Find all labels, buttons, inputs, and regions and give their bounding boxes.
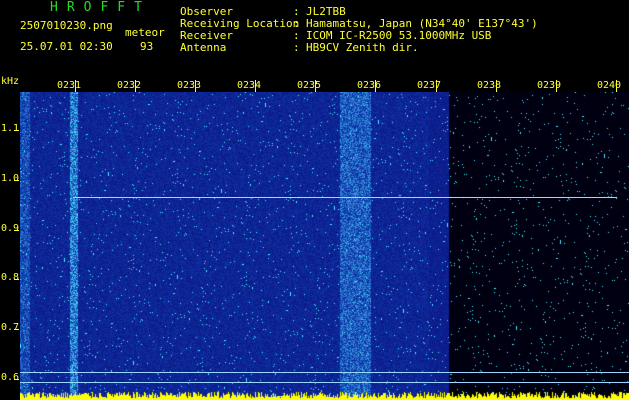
y-axis-unit: kHz bbox=[1, 76, 20, 87]
y-tick bbox=[14, 130, 19, 131]
x-tick-label: 0238 bbox=[477, 80, 502, 91]
y-tick-label: 0.6 bbox=[1, 372, 20, 383]
reference-line bbox=[20, 372, 629, 373]
x-tick-label: 0240 bbox=[597, 80, 622, 91]
y-tick-label: 0.8 bbox=[1, 272, 20, 283]
reference-line bbox=[20, 382, 629, 383]
filename-label: 2507010230.png bbox=[20, 19, 113, 32]
x-tick-label: 0234 bbox=[237, 80, 262, 91]
y-tick-label: 0.9 bbox=[1, 223, 20, 234]
y-tick-label: 1.1 bbox=[1, 123, 20, 134]
y-tick bbox=[14, 329, 19, 330]
y-tick bbox=[14, 230, 19, 231]
y-tick bbox=[14, 279, 19, 280]
x-tick-label: 0231 bbox=[57, 80, 82, 91]
x-tick-label: 0233 bbox=[177, 80, 202, 91]
count-label: 93 bbox=[140, 40, 154, 53]
x-tick-label: 0232 bbox=[117, 80, 142, 91]
x-tick-label: 0235 bbox=[297, 80, 322, 91]
app-logo: HROFFT bbox=[50, 0, 151, 15]
y-tick-label: 0.7 bbox=[1, 322, 20, 333]
y-tick-label: 1.0 bbox=[1, 173, 20, 184]
spectrogram-canvas bbox=[20, 92, 629, 400]
x-tick-label: 0239 bbox=[537, 80, 562, 91]
mode-label: meteor bbox=[125, 26, 165, 39]
carrier-line bbox=[73, 197, 617, 198]
header-panel: HROFFT 2507010230.png meteor 25.07.01 02… bbox=[0, 0, 629, 79]
y-tick bbox=[14, 379, 19, 380]
antenna-label: Antenna bbox=[180, 41, 227, 54]
y-tick bbox=[14, 180, 19, 181]
x-tick-label: 0237 bbox=[417, 80, 442, 91]
y-axis: kHz 1.1 1.0 0.9 0.8 0.7 0.6 bbox=[0, 76, 20, 400]
x-tick-label: 0236 bbox=[357, 80, 382, 91]
antenna-sep: : bbox=[293, 41, 300, 54]
antenna-value: HB9CV Zenith dir. bbox=[306, 41, 419, 54]
datetime-label: 25.07.01 02:30 bbox=[20, 40, 113, 53]
